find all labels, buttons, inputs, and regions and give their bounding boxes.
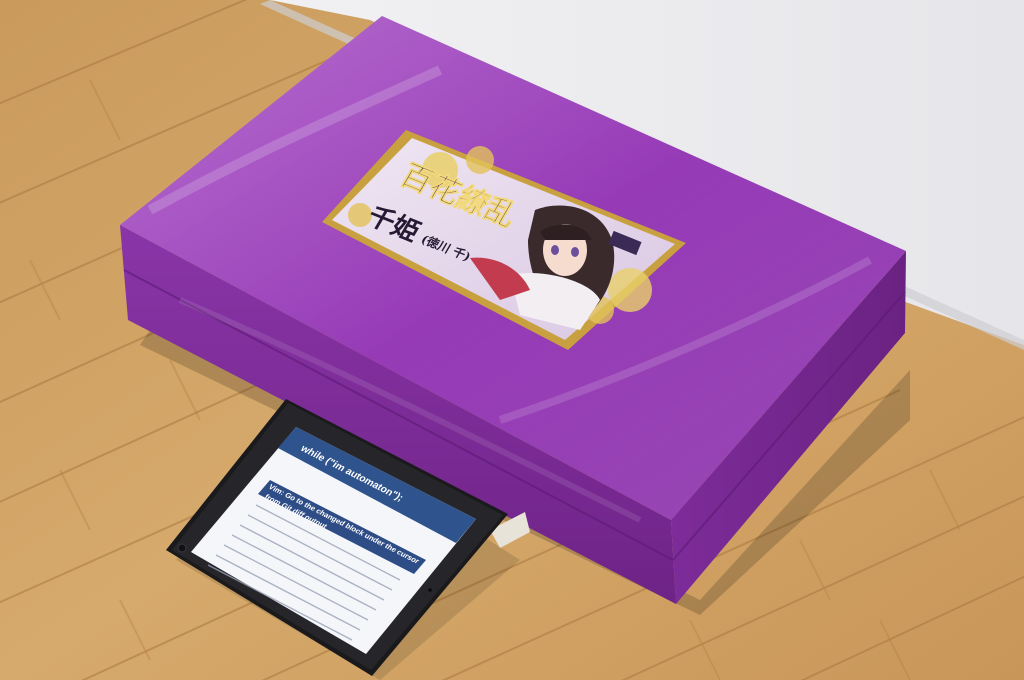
photo-scene: 百花繚乱 千姫 (徳川 千) while ("im automaton"); V…	[0, 0, 1024, 680]
photo-illustration: 百花繚乱 千姫 (徳川 千) while ("im automaton"); V…	[0, 0, 1024, 680]
ipad-home-button	[177, 543, 187, 553]
ipad-camera	[428, 588, 432, 592]
